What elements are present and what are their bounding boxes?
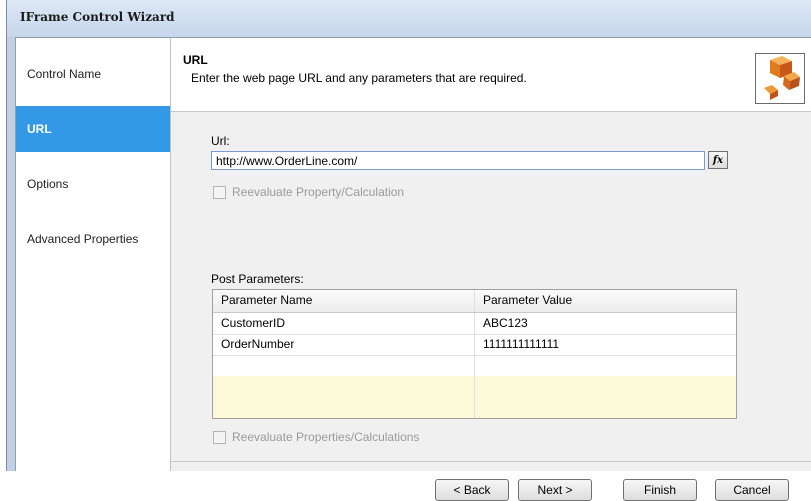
wizard-sidebar: Control Name URL Options Advanced Proper… [16,38,171,471]
reevaluate-properties-label: Reevaluate Properties/Calculations [232,430,420,444]
reevaluate-property-checkbox[interactable] [213,186,226,199]
parameter-value-cell[interactable]: ABC123 [475,313,737,334]
finish-button[interactable]: Finish [623,479,697,501]
parameters-grid[interactable]: Parameter Name Parameter Value CustomerI… [212,289,737,419]
title-bar: IFrame Control Wizard [7,0,811,37]
footer-divider [171,461,811,462]
parameter-name-cell[interactable]: OrderNumber [213,334,475,355]
boxes-icon [755,53,805,104]
step-subtitle: Enter the web page URL and any parameter… [191,71,527,85]
reevaluate-property-label: Reevaluate Property/Calculation [232,185,405,199]
parameter-value-cell[interactable]: 1111111111111 [475,334,737,355]
grid-header: Parameter Name Parameter Value [213,290,736,313]
step-content: Url: fx Reevaluate Property/Calculation … [171,112,811,501]
back-button[interactable]: < Back [435,479,509,501]
wizard-frame: Control Name URL Options Advanced Proper… [15,37,811,501]
table-row-new[interactable] [213,376,736,398]
parameter-name-cell[interactable] [213,355,475,376]
post-parameters-label: Post Parameters: [211,272,304,286]
parameter-name-cell[interactable] [213,376,475,397]
reevaluate-properties-checkbox[interactable] [213,431,226,444]
url-input[interactable] [211,151,705,170]
parameter-name-cell[interactable]: CustomerID [213,313,475,334]
url-label: Url: [211,134,230,148]
window-title: IFrame Control Wizard [20,10,175,24]
parameter-value-cell[interactable] [475,376,737,397]
table-row-empty[interactable] [213,355,736,377]
table-row[interactable]: CustomerID ABC123 [213,313,736,335]
wizard-window: IFrame Control Wizard Control Name URL O… [6,0,811,501]
parameter-value-cell[interactable] [475,355,737,376]
table-row[interactable]: OrderNumber 1111111111111 [213,334,736,356]
cancel-button[interactable]: Cancel [715,479,789,501]
sidebar-item-advanced-properties[interactable]: Advanced Properties [16,216,170,262]
step-header: URL Enter the web page URL and any param… [171,38,811,112]
parameter-value-cell[interactable] [475,397,737,418]
column-header-value[interactable]: Parameter Value [475,290,737,312]
sidebar-item-url[interactable]: URL [16,106,170,152]
sidebar-item-options[interactable]: Options [16,161,170,207]
sidebar-item-control-name[interactable]: Control Name [16,51,170,97]
column-header-name[interactable]: Parameter Name [213,290,475,312]
step-title: URL [183,53,208,67]
table-row-new[interactable] [213,397,736,418]
parameter-name-cell[interactable] [213,397,475,418]
formula-button[interactable]: fx [708,151,728,169]
next-button[interactable]: Next > [518,479,592,501]
